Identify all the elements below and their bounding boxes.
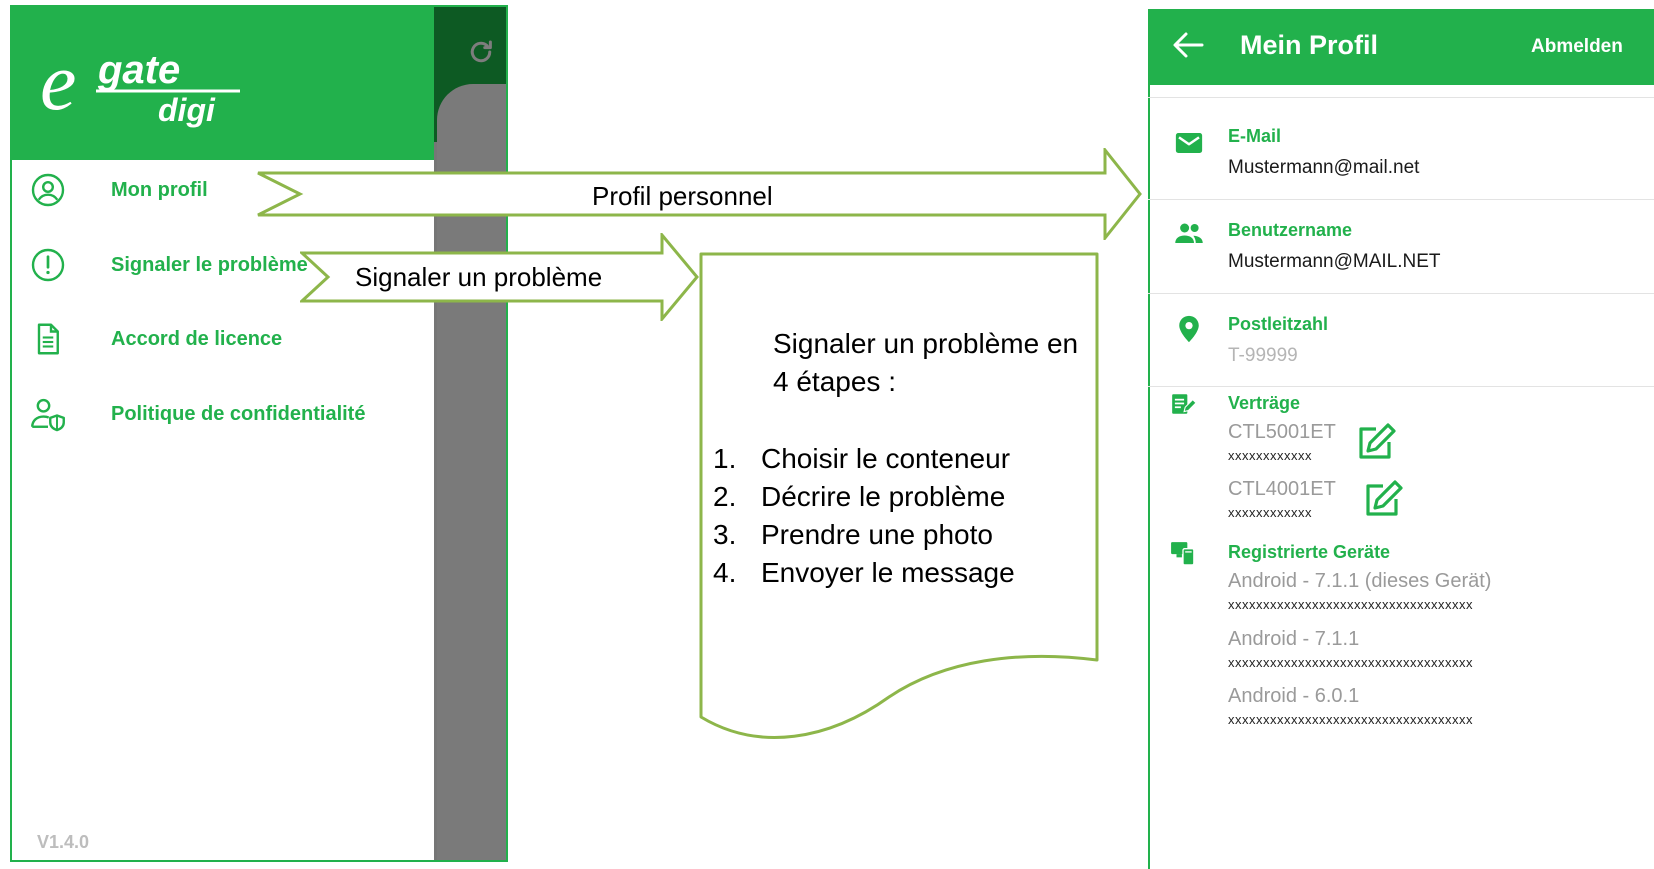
divider (1148, 293, 1654, 294)
device-id: xxxxxxxxxxxxxxxxxxxxxxxxxxxxxxxxxxx (1228, 712, 1473, 727)
divider (1148, 97, 1654, 98)
postcode-label: Postleitzahl (1228, 314, 1329, 334)
postcode-value: T-99999 (1228, 345, 1298, 366)
refresh-icon[interactable] (466, 37, 496, 67)
device-id: xxxxxxxxxxxxxxxxxxxxxxxxxxxxxxxxxxx (1228, 655, 1473, 670)
drawer-header: e gate digi (12, 7, 434, 160)
location-pin-icon (1179, 315, 1199, 343)
users-icon (1175, 223, 1203, 243)
document-icon (37, 323, 59, 355)
menu-label-accord-licence: Accord de licence (111, 328, 283, 350)
page-title: Mein Profil (1240, 30, 1379, 60)
step-text: Choisir le conteneur (761, 443, 1011, 474)
step-number: 3. (713, 519, 737, 550)
contract-number: xxxxxxxxxxxx (1228, 505, 1312, 520)
menu-label-politique-confidentialite: Politique de confidentialité (111, 403, 366, 425)
email-value: Mustermann@mail.net (1228, 157, 1420, 178)
step-number: 1. (713, 443, 737, 474)
menu-label-signaler-probleme: Signaler le problème (111, 254, 308, 276)
step-item: 2. Décrire le problème (713, 478, 1015, 516)
device-name: Android - 6.0.1 (1228, 685, 1360, 707)
back-arrow-icon[interactable] (1172, 31, 1204, 59)
device-name: Android - 7.1.1 (dieses Gerät) (1228, 570, 1492, 592)
step-item: 1. Choisir le conteneur (713, 440, 1015, 478)
logo-digi-text: digi (158, 92, 216, 128)
report-arrow-label: Signaler un problème (355, 262, 603, 292)
device-id: xxxxxxxxxxxxxxxxxxxxxxxxxxxxxxxxxxx (1228, 597, 1473, 612)
devices-icon (1171, 542, 1195, 566)
profile-arrow-label: Profil personnel (592, 181, 773, 211)
step-text: Prendre une photo (761, 519, 993, 550)
logout-button[interactable]: Abmelden (1531, 36, 1623, 58)
username-label: Benutzername (1228, 220, 1353, 240)
mail-icon (1175, 133, 1203, 153)
app-version: V1.4.0 (37, 832, 90, 852)
menu-label-mon-profil: Mon profil (111, 179, 208, 201)
device-name: Android - 7.1.1 (1228, 628, 1360, 650)
contract-code: CTL4001ET (1228, 478, 1336, 500)
edit-contract-icon[interactable] (1363, 480, 1403, 518)
step-item: 3. Prendre une photo (713, 516, 1015, 554)
divider (1148, 199, 1654, 200)
exclamation-circle-icon (31, 248, 65, 282)
step-number: 2. (713, 481, 737, 512)
logo-gate-text: gate (97, 48, 180, 92)
drawer-screen: e gate digi Mon profil Signaler le probl… (10, 5, 508, 862)
contract-number: xxxxxxxxxxxx (1228, 448, 1312, 463)
step-number: 4. (713, 557, 737, 588)
contract-edit-icon (1172, 394, 1196, 414)
contracts-label: Verträge (1228, 393, 1301, 413)
steps-note-heading: Signaler un problème en 4 étapes : (773, 328, 1079, 397)
profile-screen (1148, 9, 1654, 869)
step-text: Décrire le problème (761, 481, 1006, 512)
user-circle-icon (31, 173, 65, 207)
svg-text:e: e (40, 41, 76, 127)
divider (1148, 386, 1654, 387)
egate-digi-logo: e gate digi (40, 41, 240, 128)
edit-contract-icon[interactable] (1356, 423, 1396, 461)
devices-label: Registrierte Geräte (1228, 542, 1391, 562)
steps-list: 1. Choisir le conteneur 2. Décrire le prob… (713, 440, 1015, 592)
user-shield-icon (31, 398, 65, 432)
username-value: Mustermann@MAIL.NET (1228, 251, 1441, 272)
contract-code: CTL5001ET (1228, 421, 1336, 443)
step-item: 4. Envoyer le message (713, 554, 1015, 592)
email-label: E-Mail (1228, 126, 1282, 146)
step-text: Envoyer le message (761, 557, 1015, 588)
menu-item-politique-confidentialite[interactable]: Politique de confidentialité (12, 384, 432, 444)
